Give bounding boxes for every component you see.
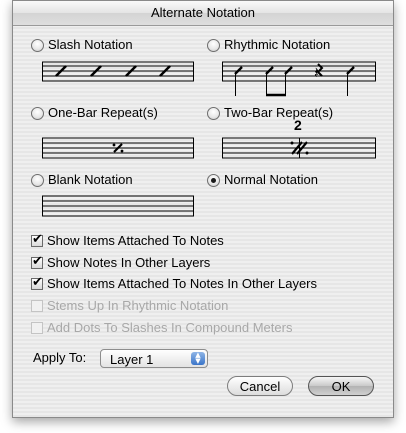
add-dots-label: Add Dots To Slashes In Compound Meters: [47, 320, 293, 335]
rhythmic-notation-label: Rhythmic Notation: [224, 37, 331, 52]
one-bar-repeat-preview: [42, 137, 194, 159]
show-items-attached-other-layers-checkbox[interactable]: [31, 275, 43, 290]
stems-up-label: Stems Up In Rhythmic Notation: [47, 298, 229, 313]
show-notes-other-layers-checkbox[interactable]: [31, 254, 43, 269]
apply-to-value: Layer 1: [110, 352, 154, 367]
blank-notation-label: Blank Notation: [48, 172, 133, 187]
add-dots-checkbox[interactable]: [31, 322, 43, 334]
slash-notation-label: Slash Notation: [48, 37, 133, 52]
two-bar-repeat-number: 2: [294, 117, 302, 133]
normal-notation-label: Normal Notation: [224, 172, 318, 187]
one-bar-repeat-radio[interactable]: [31, 107, 44, 120]
cancel-button[interactable]: Cancel: [227, 376, 293, 396]
show-notes-other-layers-label: Show Notes In Other Layers: [47, 255, 211, 270]
updown-arrows-icon: ▲ ▼: [191, 352, 205, 365]
normal-notation-radio[interactable]: [207, 174, 220, 187]
slash-notation-preview: [42, 61, 194, 82]
ok-button[interactable]: OK: [308, 376, 374, 396]
apply-to-select[interactable]: Layer 1 ▲ ▼: [100, 349, 208, 368]
dialog-title: Alternate Notation: [13, 1, 393, 26]
one-bar-repeat-label: One-Bar Repeat(s): [48, 105, 158, 120]
blank-notation-radio[interactable]: [31, 174, 44, 187]
two-bar-repeat-label: Two-Bar Repeat(s): [224, 105, 334, 120]
rhythmic-notation-preview: 𝄽: [222, 61, 376, 97]
stems-up-checkbox[interactable]: [31, 300, 43, 312]
apply-to-label: Apply To:: [33, 350, 87, 365]
show-items-attached-other-layers-label: Show Items Attached To Notes In Other La…: [47, 276, 318, 291]
two-bar-repeat-radio[interactable]: [207, 107, 220, 120]
show-items-attached-checkbox[interactable]: [31, 232, 43, 247]
blank-notation-preview: [42, 195, 194, 217]
two-bar-repeat-preview: [222, 137, 376, 159]
alternate-notation-dialog: Alternate Notation Slash Notation Rhythm…: [12, 0, 394, 418]
slash-notation-radio[interactable]: [31, 39, 44, 52]
rhythmic-notation-radio[interactable]: [207, 39, 220, 52]
show-items-attached-label: Show Items Attached To Notes: [47, 233, 224, 248]
